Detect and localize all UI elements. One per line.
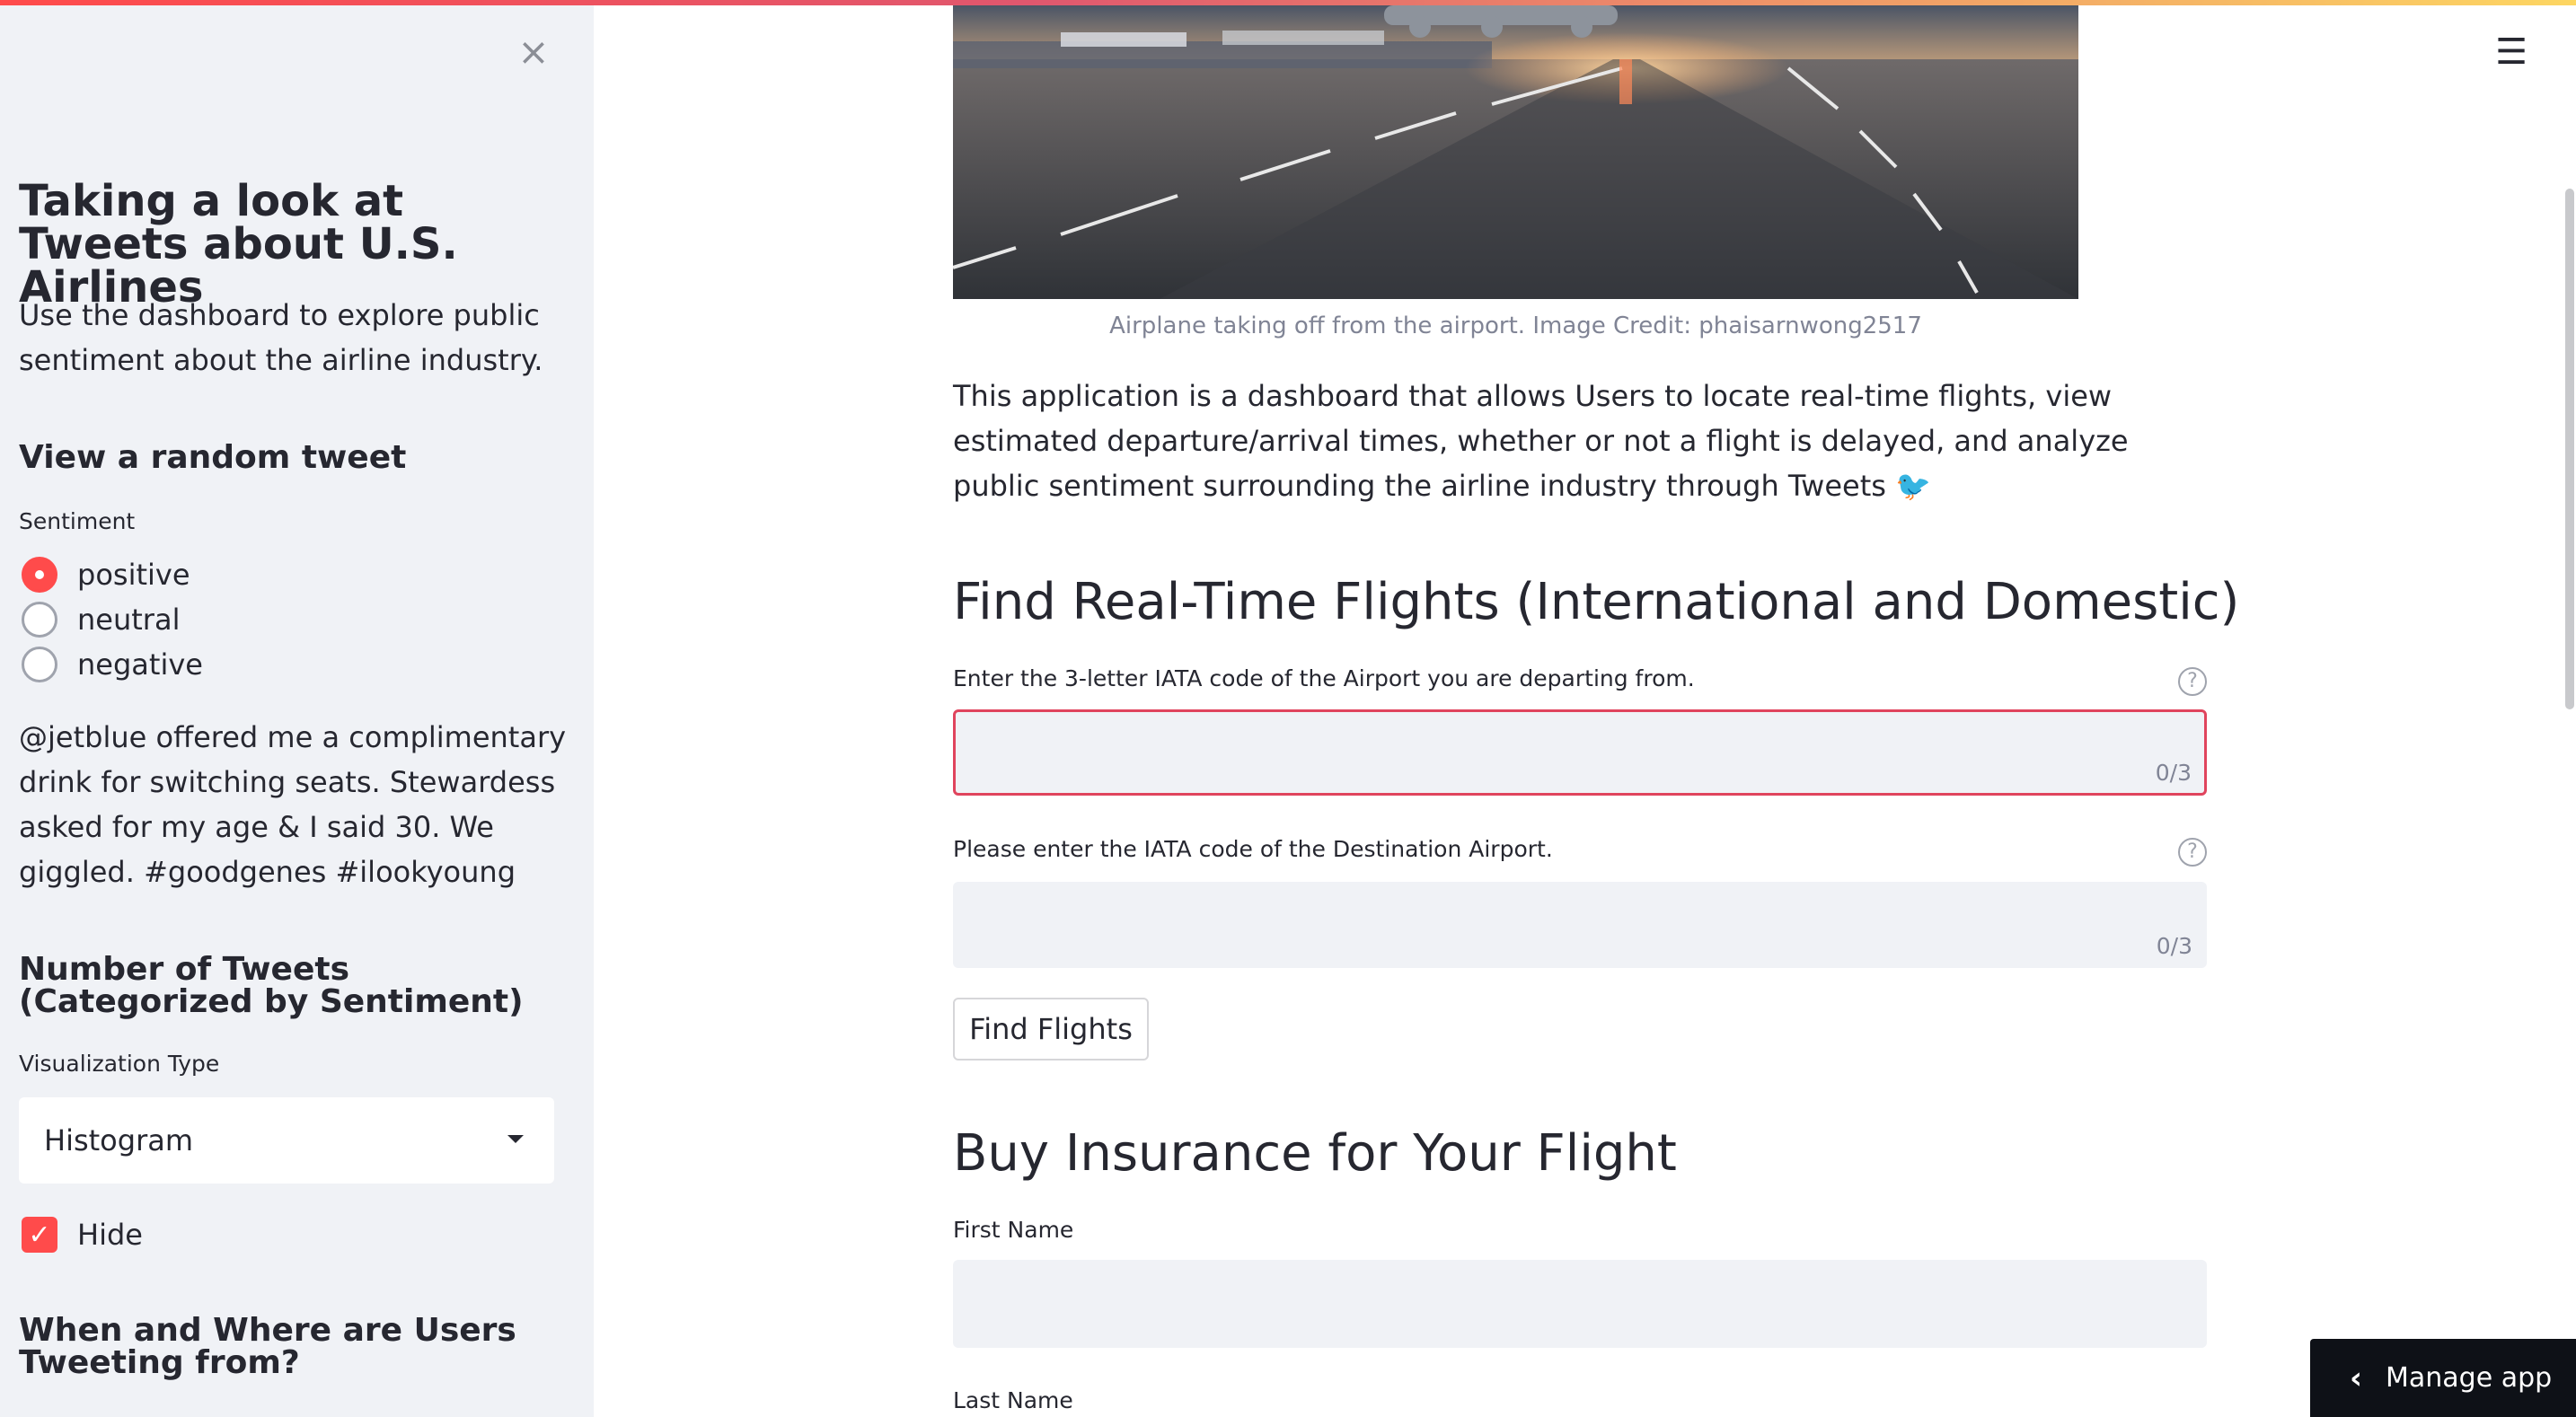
- radio-option-neutral[interactable]: neutral: [22, 600, 180, 639]
- departure-field-label: Enter the 3-letter IATA code of the Airp…: [953, 665, 1695, 691]
- sidebar: × Taking a look at Tweets about U.S. Air…: [0, 0, 594, 1417]
- radio-option-positive[interactable]: positive: [22, 555, 190, 594]
- random-tweet-heading: View a random tweet: [19, 439, 407, 476]
- random-tweet-text: @jetblue offered me a complimentary drin…: [19, 720, 567, 889]
- character-counter: 0/3: [2155, 760, 2192, 786]
- visualization-type-select[interactable]: Histogram: [19, 1097, 554, 1184]
- character-counter: 0/3: [2156, 933, 2192, 959]
- buy-insurance-heading: Buy Insurance for Your Flight: [953, 1124, 1677, 1183]
- manage-app-button[interactable]: ‹ Manage app: [2310, 1339, 2576, 1417]
- sidebar-description: Use the dashboard to explore public sent…: [19, 298, 543, 377]
- find-flights-button[interactable]: Find Flights: [953, 998, 1149, 1061]
- manage-app-label: Manage app: [2386, 1362, 2553, 1394]
- last-name-label: Last Name: [953, 1387, 1073, 1413]
- chevron-down-icon: [507, 1135, 524, 1143]
- intro-text: This application is a dashboard that all…: [953, 379, 2129, 503]
- radio-label: positive: [77, 558, 190, 592]
- first-name-label: First Name: [953, 1217, 1074, 1243]
- select-value: Histogram: [44, 1123, 193, 1157]
- visualization-type-label: Visualization Type: [19, 1051, 220, 1077]
- runway-illustration: [953, 5, 2078, 299]
- chevron-left-icon: ‹: [2350, 1360, 2363, 1396]
- top-decoration-bar: [0, 0, 2576, 5]
- checkbox-checked[interactable]: ✓: [22, 1217, 57, 1253]
- departure-iata-input[interactable]: 0/3: [953, 709, 2207, 796]
- radio-label: negative: [77, 647, 203, 682]
- first-name-input[interactable]: [953, 1260, 2207, 1348]
- find-flights-heading: Find Real-Time Flights (International an…: [953, 573, 2240, 631]
- hamburger-menu-icon[interactable]: ☰: [2493, 34, 2529, 70]
- tweet-count-heading: Number of Tweets (Categorized by Sentime…: [19, 951, 524, 1020]
- radio-option-negative[interactable]: negative: [22, 645, 203, 684]
- radio-button-checked[interactable]: [22, 557, 57, 593]
- destination-iata-input[interactable]: 0/3: [953, 882, 2207, 968]
- hide-checkbox-row[interactable]: ✓ Hide: [22, 1216, 143, 1254]
- help-circle-icon[interactable]: ?: [2178, 838, 2207, 867]
- image-caption: Airplane taking off from the airport. Im…: [1109, 312, 1922, 339]
- radio-label: neutral: [77, 603, 181, 637]
- airplane-hero-image: [953, 5, 2078, 299]
- destination-field-label: Please enter the IATA code of the Destin…: [953, 836, 1553, 862]
- radio-button[interactable]: [22, 647, 57, 682]
- tweeting-location-heading: When and Where are Users Tweeting from?: [19, 1312, 516, 1381]
- close-icon[interactable]: ×: [514, 32, 553, 72]
- radio-button[interactable]: [22, 602, 57, 638]
- hide-label: Hide: [77, 1218, 143, 1252]
- sentiment-label: Sentiment: [19, 508, 136, 534]
- sidebar-title: Taking a look at Tweets about U.S. Airli…: [19, 176, 458, 312]
- help-circle-icon[interactable]: ?: [2178, 667, 2207, 696]
- scrollbar-thumb[interactable]: [2565, 189, 2574, 709]
